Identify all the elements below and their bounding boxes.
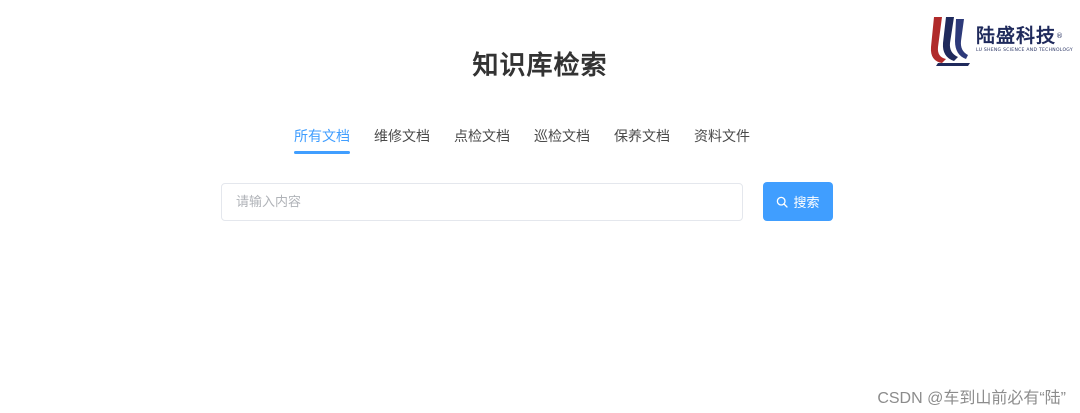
tab-spot-check-documents[interactable]: 点检文档 <box>454 122 510 156</box>
search-button[interactable]: 搜索 <box>763 182 833 221</box>
tab-maintenance-documents[interactable]: 保养文档 <box>614 122 670 156</box>
search-button-label: 搜索 <box>793 196 820 211</box>
logo-name: 陆盛科技® <box>976 25 1064 47</box>
registered-mark: ® <box>1056 32 1064 40</box>
csdn-watermark: CSDN @车到山前必有“陆” <box>877 390 1066 407</box>
tab-all-documents[interactable]: 所有文档 <box>294 122 350 156</box>
tab-patrol-documents[interactable]: 巡检文档 <box>534 122 590 156</box>
document-type-tabs: 所有文档 维修文档 点检文档 巡检文档 保养文档 资料文件 <box>282 122 762 156</box>
search-icon <box>777 196 789 208</box>
tab-repair-documents[interactable]: 维修文档 <box>374 122 430 156</box>
search-input[interactable] <box>221 183 743 221</box>
page-title: 知识库检索 <box>472 51 608 81</box>
tab-reference-files[interactable]: 资料文件 <box>694 122 750 156</box>
